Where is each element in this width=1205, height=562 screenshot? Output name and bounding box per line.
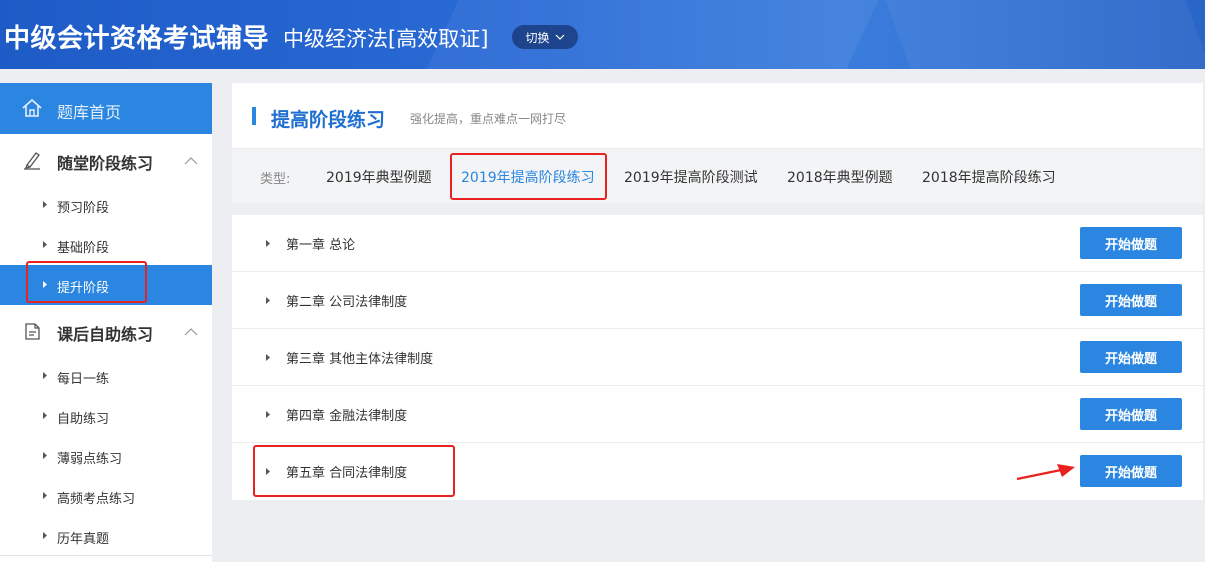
- course-title: 中级经济法[高效取证]: [283, 27, 489, 51]
- document-icon: [25, 323, 40, 340]
- start-practice-button[interactable]: 开始做题: [1080, 284, 1182, 316]
- caret-right-icon: [266, 354, 270, 361]
- start-practice-button[interactable]: 开始做题: [1080, 341, 1182, 373]
- sidebar-home-label: 题库首页: [57, 103, 122, 122]
- filter-tab-2019-advanced[interactable]: 2019年提高阶段练习: [461, 167, 595, 187]
- sidebar-item-label: 每日一练: [57, 372, 110, 387]
- sidebar-divider: [0, 555, 212, 556]
- sidebar-item-daily-practice[interactable]: 每日一练: [0, 356, 212, 396]
- top-header: 中级会计资格考试辅导 中级经济法[高效取证] 切换: [0, 0, 1205, 69]
- sidebar-item-basic-stage[interactable]: 基础阶段: [0, 225, 212, 265]
- start-practice-button[interactable]: 开始做题: [1080, 455, 1182, 487]
- caret-right-icon: [43, 532, 47, 539]
- caret-right-icon: [43, 281, 47, 288]
- chevron-up-icon: [184, 157, 198, 165]
- caret-right-icon: [43, 201, 47, 208]
- filter-tab-2019-typical[interactable]: 2019年典型例题: [326, 167, 432, 187]
- home-icon: [22, 98, 42, 117]
- chapter-row[interactable]: 第二章 公司法律制度 开始做题: [232, 272, 1203, 329]
- sidebar-item-preview-stage[interactable]: 预习阶段: [0, 185, 212, 225]
- sidebar-group-label: 随堂阶段练习: [57, 154, 154, 173]
- sidebar-group-self-practice[interactable]: 课后自助练习: [0, 306, 212, 356]
- chapter-row[interactable]: 第四章 金融法律制度 开始做题: [232, 386, 1203, 443]
- chevron-down-icon: [555, 34, 564, 40]
- sidebar-item-label: 历年真题: [57, 532, 110, 547]
- switch-label: 切换: [525, 30, 550, 45]
- annotation-arrow-icon: [1016, 464, 1075, 481]
- header-decoration: [881, 0, 1205, 69]
- pen-icon: [24, 152, 40, 170]
- chapter-row[interactable]: 第三章 其他主体法律制度 开始做题: [232, 329, 1203, 386]
- sidebar-item-home[interactable]: 题库首页: [0, 83, 212, 134]
- chapter-title: 第一章 总论: [286, 238, 356, 253]
- caret-right-icon: [266, 468, 270, 475]
- sidebar-item-label: 基础阶段: [57, 241, 110, 256]
- filter-tab-2018-typical[interactable]: 2018年典型例题: [787, 167, 893, 187]
- caret-right-icon: [266, 297, 270, 304]
- chapter-title: 第三章 其他主体法律制度: [286, 352, 434, 367]
- chapter-title: 第四章 金融法律制度: [286, 409, 408, 424]
- section-header-panel: 提高阶段练习 强化提高，重点难点一网打尽 类型: 2019年典型例题 2019年…: [232, 83, 1203, 203]
- caret-right-icon: [43, 372, 47, 379]
- sidebar: 题库首页 随堂阶段练习 预习阶段 基础阶段 提升阶段 课后自助练习 每日一练 自…: [0, 83, 212, 562]
- sidebar-item-self-practice[interactable]: 自助练习: [0, 396, 212, 436]
- chapter-title: 第二章 公司法律制度: [286, 295, 408, 310]
- caret-right-icon: [266, 240, 270, 247]
- filter-bar: 类型: 2019年典型例题 2019年提高阶段练习 2019年提高阶段测试 20…: [232, 148, 1203, 203]
- filter-tab-2019-advanced-test[interactable]: 2019年提高阶段测试: [624, 167, 758, 187]
- page-title: 提高阶段练习: [271, 109, 386, 131]
- switch-course-button[interactable]: 切换: [512, 25, 578, 49]
- filter-tab-2018-advanced[interactable]: 2018年提高阶段练习: [922, 167, 1056, 187]
- sidebar-item-label: 高频考点练习: [57, 492, 136, 507]
- start-practice-button[interactable]: 开始做题: [1080, 227, 1182, 259]
- sidebar-group-class-practice[interactable]: 随堂阶段练习: [0, 135, 212, 185]
- chapter-row[interactable]: 第一章 总论 开始做题: [232, 215, 1203, 272]
- sidebar-group-label: 课后自助练习: [57, 325, 154, 344]
- sidebar-item-weak-points[interactable]: 薄弱点练习: [0, 436, 212, 476]
- brand-title: 中级会计资格考试辅导: [4, 24, 270, 54]
- caret-right-icon: [43, 241, 47, 248]
- chapter-list: 第一章 总论 开始做题 第二章 公司法律制度 开始做题 第三章 其他主体法律制度…: [232, 215, 1203, 500]
- title-accent-bar: [252, 107, 256, 125]
- start-practice-button[interactable]: 开始做题: [1080, 398, 1182, 430]
- caret-right-icon: [43, 412, 47, 419]
- caret-right-icon: [43, 492, 47, 499]
- sidebar-item-past-exams[interactable]: 历年真题: [0, 516, 212, 556]
- sidebar-item-label: 提升阶段: [57, 281, 110, 296]
- filter-label: 类型:: [260, 172, 291, 187]
- page-subtitle: 强化提高，重点难点一网打尽: [410, 112, 567, 126]
- sidebar-item-label: 薄弱点练习: [57, 452, 123, 467]
- chapter-title: 第五章 合同法律制度: [286, 466, 408, 481]
- chevron-up-icon: [184, 328, 198, 336]
- sidebar-item-advanced-stage[interactable]: 提升阶段: [0, 265, 212, 305]
- sidebar-item-label: 自助练习: [57, 412, 110, 427]
- sidebar-item-high-frequency[interactable]: 高频考点练习: [0, 476, 212, 516]
- caret-right-icon: [266, 411, 270, 418]
- caret-right-icon: [43, 452, 47, 459]
- sidebar-item-label: 预习阶段: [57, 201, 110, 216]
